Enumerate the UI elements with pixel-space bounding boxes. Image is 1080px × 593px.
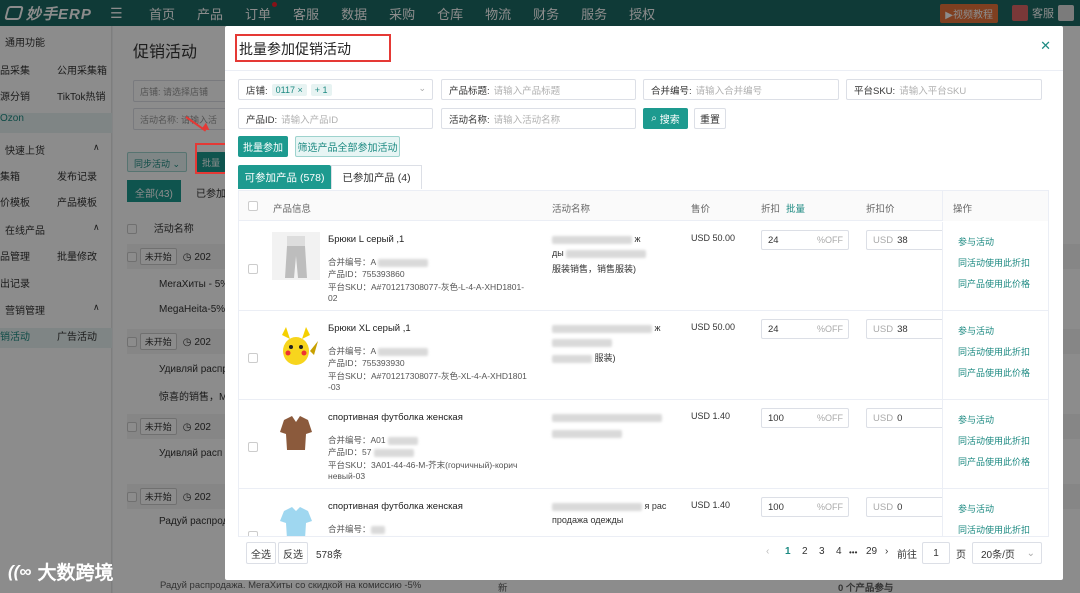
discount-input[interactable]: 24 %OFF xyxy=(761,230,849,250)
sale-price: USD 50.00 xyxy=(691,322,736,332)
watermark-logo-icon: ((∞ xyxy=(8,561,32,581)
invert-selection-button[interactable]: 反选 xyxy=(278,542,308,564)
page-3[interactable]: 3 xyxy=(819,546,825,557)
product-thumbnail[interactable] xyxy=(272,232,320,280)
discount-price-input[interactable]: USD 0 xyxy=(866,497,946,517)
platform-sku-input[interactable]: 平台SKU: 请输入平台SKU xyxy=(846,79,1042,100)
divider xyxy=(225,70,1063,71)
apply-price-same-product-link[interactable]: 同产品使用此价格 xyxy=(958,455,1030,468)
table-row: Брюки XL серый ,1 合并编号：A 产品ID：755393930 … xyxy=(239,311,1048,400)
activity-name-input[interactable]: 活动名称: 请输入活动名称 xyxy=(441,108,636,129)
row-checkbox[interactable] xyxy=(248,264,258,274)
product-name: спортивная футболка женская xyxy=(328,501,463,512)
apply-discount-same-activity-link[interactable]: 同活动使用此折扣 xyxy=(958,434,1030,447)
join-activity-link[interactable]: 参与活动 xyxy=(958,502,994,515)
discount-input[interactable]: 24 %OFF xyxy=(761,319,849,339)
table-row: Брюки L серый ,1 合并编号：A 产品ID：755393860 平… xyxy=(239,222,1048,311)
filter-join-all-button[interactable]: 筛选产品全部参加活动 xyxy=(295,136,400,157)
sale-price: USD 1.40 xyxy=(691,500,731,510)
apply-price-same-product-link[interactable]: 同产品使用此价格 xyxy=(958,277,1030,290)
join-activity-link[interactable]: 参与活动 xyxy=(958,235,994,248)
page-2[interactable]: 2 xyxy=(802,546,808,557)
product-table: 产品信息 活动名称 售价 折扣 批量 折扣价 操作 Брюки L серый … xyxy=(238,190,1049,537)
chevron-down-icon: ⌄ xyxy=(1026,547,1035,559)
tab-available-products[interactable]: 可参加产品 (578) xyxy=(238,165,331,189)
row-checkbox[interactable] xyxy=(248,442,258,452)
product-thumbnail[interactable] xyxy=(272,321,320,369)
select-all-button[interactable]: 全选 xyxy=(246,542,276,564)
page-4[interactable]: 4 xyxy=(836,546,842,557)
row-checkbox[interactable] xyxy=(248,353,258,363)
batch-join-modal: 批量参加促销活动 ✕ 店铺: 0117 × + 1 ⌄ 产品标题: 请输入产品标题… xyxy=(225,26,1063,580)
more-pages-icon[interactable]: ••• xyxy=(849,548,857,557)
sale-price: USD 1.40 xyxy=(691,411,731,421)
tab-joined-products[interactable]: 已参加产品 (4) xyxy=(331,165,422,189)
discount-input[interactable]: 100 %OFF xyxy=(761,408,849,428)
store-more-tag: + 1 xyxy=(310,83,332,96)
discount-price-input[interactable]: USD 0 xyxy=(866,408,946,428)
table-row: спортивная футболка женская 合并编号：A01 产品I… xyxy=(239,400,1048,489)
product-thumbnail[interactable] xyxy=(272,499,320,536)
header-checkbox[interactable] xyxy=(248,201,258,211)
product-name: спортивная футболка женская xyxy=(328,412,463,423)
discount-input[interactable]: 100 %OFF xyxy=(761,497,849,517)
page-29[interactable]: 29 xyxy=(866,546,877,557)
row-checkbox[interactable] xyxy=(248,531,258,536)
page-1[interactable]: 1 xyxy=(785,546,791,557)
watermark: ((∞ 大数跨境 xyxy=(8,561,114,585)
page-jump-input[interactable]: 1 xyxy=(922,542,950,564)
product-title-input[interactable]: 产品标题: 请输入产品标题 xyxy=(441,79,636,100)
product-thumbnail[interactable] xyxy=(272,410,320,458)
table-row: спортивная футболка женская 合并编号： 产品ID： … xyxy=(239,489,1048,536)
store-select[interactable]: 店铺: 0117 × + 1 ⌄ xyxy=(238,79,433,100)
apply-discount-same-activity-link[interactable]: 同活动使用此折扣 xyxy=(958,256,1030,269)
store-tag[interactable]: 0117 × xyxy=(271,83,307,96)
row-actions: 参与活动 同活动使用此折扣 同产品使用此价格 xyxy=(942,222,1048,310)
search-button[interactable]: ⌕ 搜索 xyxy=(643,108,688,129)
join-activity-link[interactable]: 参与活动 xyxy=(958,413,994,426)
merge-number-input[interactable]: 合并编号: 请输入合并编号 xyxy=(643,79,839,100)
batch-join-button[interactable]: 批量参加 xyxy=(238,136,288,157)
row-actions: 参与活动 同活动使用此折扣 同产品使用此价格 xyxy=(942,400,1048,488)
prev-page-icon[interactable]: ‹ xyxy=(766,546,769,557)
table-header: 产品信息 活动名称 售价 折扣 批量 折扣价 操作 xyxy=(239,191,1048,221)
row-actions: 参与活动 同活动使用此折扣 xyxy=(942,489,1048,536)
modal-title: 批量参加促销活动 xyxy=(235,34,391,62)
join-activity-link[interactable]: 参与活动 xyxy=(958,324,994,337)
apply-discount-same-activity-link[interactable]: 同活动使用此折扣 xyxy=(958,345,1030,358)
pagination-bar: 全选 反选 578条 ‹ 1 2 3 4 ••• 29 › 前往 1 页 20条… xyxy=(246,542,1042,564)
discount-price-input[interactable]: USD 38 xyxy=(866,230,946,250)
product-name: Брюки L серый ,1 xyxy=(328,234,405,245)
product-name: Брюки XL серый ,1 xyxy=(328,323,411,334)
close-icon[interactable]: ✕ xyxy=(1040,38,1051,54)
page-size-select[interactable]: 20条/页 ⌄ xyxy=(972,542,1042,564)
reset-button[interactable]: 重置 xyxy=(694,108,726,129)
apply-discount-same-activity-link[interactable]: 同活动使用此折扣 xyxy=(958,523,1030,536)
next-page-icon[interactable]: › xyxy=(885,546,888,557)
discount-price-input[interactable]: USD 38 xyxy=(866,319,946,339)
total-count: 578条 xyxy=(316,550,343,561)
sale-price: USD 50.00 xyxy=(691,233,736,243)
product-id-input[interactable]: 产品ID: 请输入产品ID xyxy=(238,108,433,129)
batch-discount-link[interactable]: 批量 xyxy=(786,201,805,215)
apply-price-same-product-link[interactable]: 同产品使用此价格 xyxy=(958,366,1030,379)
chevron-down-icon: ⌄ xyxy=(418,83,426,93)
background-row-text: Радуй распродажа. MeraХиты со скидкой на… xyxy=(160,580,422,591)
search-icon: ⌕ xyxy=(651,113,657,124)
row-actions: 参与活动 同活动使用此折扣 同产品使用此价格 xyxy=(942,311,1048,399)
